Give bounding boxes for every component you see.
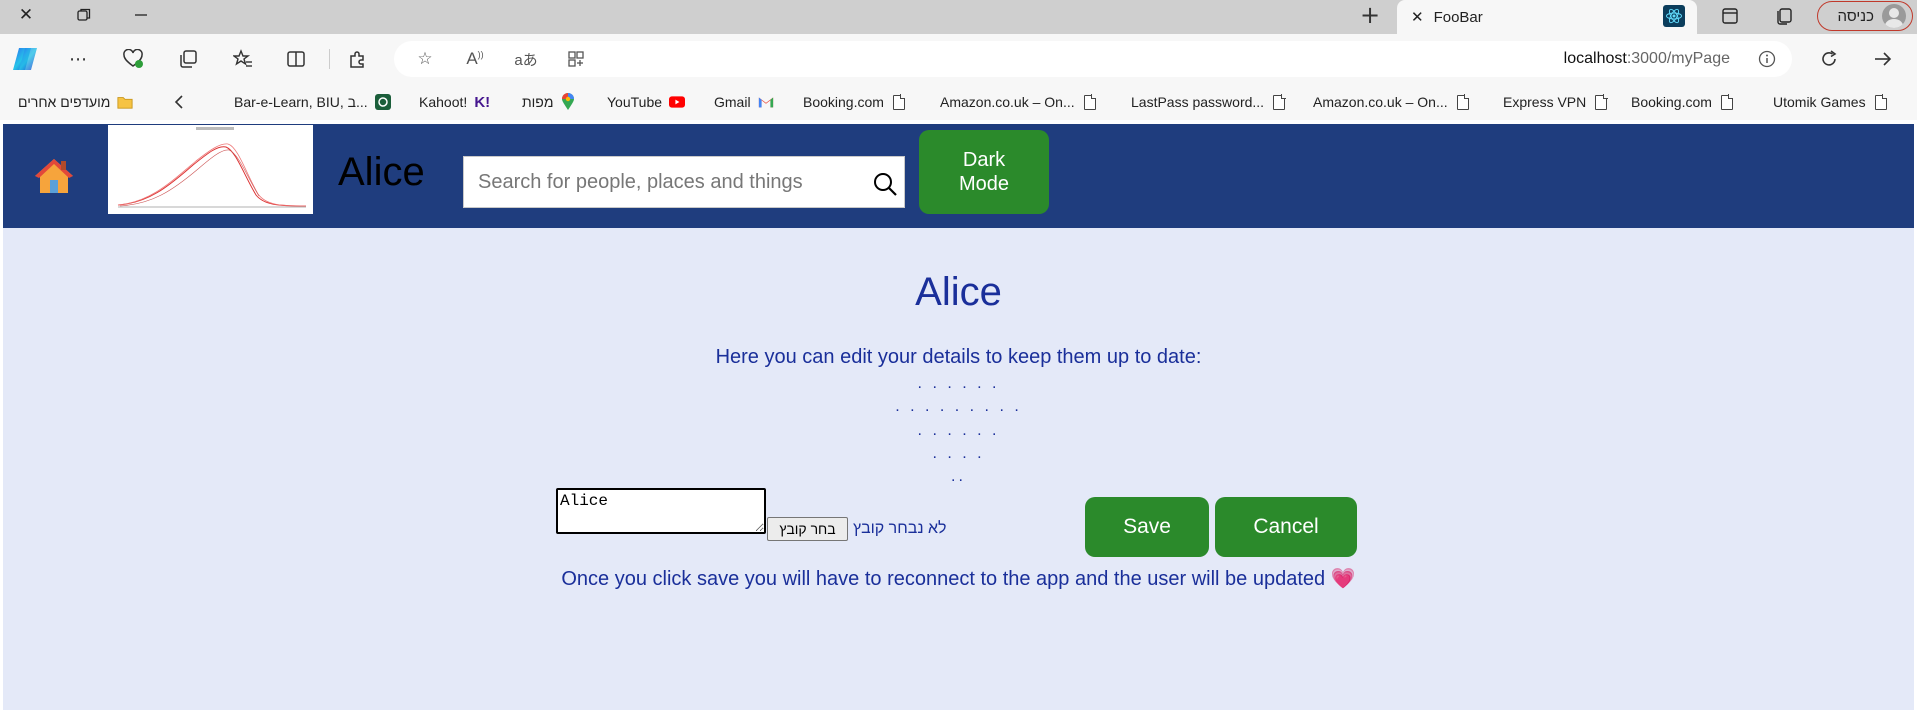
bookmark-gmail[interactable]: Gmail (714, 92, 774, 112)
bookmark-kahoot[interactable]: Kahoot! K! (419, 92, 490, 112)
bookmark-booking-1[interactable]: Booking.com (803, 92, 907, 112)
dots-line-5: .. (951, 468, 966, 485)
page-icon (1455, 94, 1471, 110)
copilot-icon[interactable] (8, 43, 42, 75)
save-note-text: Once you click save you will have to rec… (561, 568, 1326, 590)
favorites-icon[interactable] (226, 43, 260, 75)
save-button[interactable]: Save (1085, 497, 1209, 557)
google-maps-icon (560, 93, 576, 110)
file-status-label: לא נבחר קובץ (853, 520, 947, 537)
url-text[interactable]: localhost:3000/myPage (1564, 50, 1730, 68)
bookmark-label: YouTube (607, 94, 663, 110)
page-icon (1271, 94, 1287, 110)
url-path: :3000/myPage (1626, 50, 1730, 67)
page-icon (1719, 94, 1735, 110)
avatar (1882, 4, 1906, 28)
profile-button[interactable]: כניסה (1817, 1, 1913, 31)
app-navbar: Alice Dark Mode (3, 124, 1914, 228)
bookmark-lastpass[interactable]: LastPass password... (1131, 92, 1287, 112)
react-devtools-icon[interactable] (1657, 3, 1691, 29)
home-icon[interactable] (33, 156, 75, 202)
page-icon (1873, 94, 1889, 110)
moodle-icon (374, 94, 391, 110)
bookmark-youtube[interactable]: YouTube (607, 92, 686, 112)
youtube-icon (669, 94, 686, 110)
dark-mode-button[interactable]: Dark Mode (919, 130, 1049, 214)
address-bar[interactable]: ☆ A)) aあ localhost:3000/myPage (394, 41, 1792, 77)
browser-toolbar: ⋯ ☆ A)) aあ localhost:3000/myPage (0, 34, 1917, 84)
search-input[interactable] (464, 157, 864, 207)
folder-icon (117, 94, 133, 110)
bookmark-amazon-2[interactable]: Amazon.co.uk – On... (1313, 92, 1471, 112)
site-info-icon[interactable] (1752, 45, 1782, 73)
translate-icon[interactable]: aあ (511, 45, 541, 73)
page-icon (1082, 94, 1098, 110)
bookmark-label: Amazon.co.uk – On... (940, 94, 1075, 110)
close-tab-icon[interactable]: ✕ (1411, 8, 1424, 26)
tab-foobar[interactable]: ✕ FooBar (1397, 0, 1697, 34)
page-icon (891, 94, 907, 110)
page-content: Alice Dark Mode Alice Here you can edit … (3, 124, 1914, 710)
cancel-button[interactable]: Cancel (1215, 497, 1357, 557)
bookmark-label: מועדפים אחרים (18, 94, 111, 110)
profile-label: כניסה (1837, 7, 1874, 25)
heart-icon: 💗 (1330, 566, 1356, 590)
app-available-icon[interactable] (561, 45, 591, 73)
tab-actions-icon[interactable] (1713, 3, 1747, 29)
bookmark-label: Booking.com (803, 94, 884, 110)
new-tab-button[interactable]: + (1350, 0, 1390, 30)
choose-file-button[interactable]: בחר קובץ (767, 517, 848, 541)
collections-tabs-icon[interactable] (1767, 3, 1801, 29)
tab-strip: ✕ + ✕ FooBar כניסה (0, 0, 1917, 34)
bookmark-label: Amazon.co.uk – On... (1313, 94, 1448, 110)
dots-line-4: . . . . (932, 445, 985, 462)
more-menu-icon[interactable]: ⋯ (61, 43, 95, 75)
page-title: Alice (915, 270, 1002, 314)
search-box (463, 156, 905, 208)
bookmark-express-vpn[interactable]: Express VPN (1503, 92, 1609, 112)
bookmark-label: Booking.com (1631, 94, 1712, 110)
bookmark-label: Express VPN (1503, 94, 1587, 110)
forward-arrow-icon[interactable] (1866, 43, 1900, 75)
dots-line-3: . . . . . . (917, 422, 1000, 439)
bookmark-label: Gmail (714, 94, 751, 110)
minimize-window-icon[interactable] (121, 2, 161, 28)
restore-window-icon[interactable] (64, 2, 104, 28)
collections-icon[interactable] (171, 43, 205, 75)
tab-title: FooBar (1433, 8, 1483, 26)
kahoot-icon: K! (474, 93, 491, 111)
name-field[interactable]: Alice (556, 488, 766, 534)
save-note: Once you click save you will have to rec… (3, 566, 1914, 591)
bookmark-bar-e-learn[interactable]: Bar-e-Learn, BIU, ב... (234, 92, 391, 112)
dots-line-2: . . . . . . . . . (895, 398, 1022, 415)
dots-line-1: . . . . . . (917, 375, 1000, 392)
extensions-icon[interactable] (341, 43, 375, 75)
browser-essentials-icon[interactable] (116, 43, 150, 75)
toolbar-divider (329, 49, 330, 69)
add-favorite-star-icon[interactable]: ☆ (410, 45, 440, 73)
bookmark-label: מפות (522, 94, 554, 110)
logo-image (108, 125, 313, 214)
search-icon[interactable] (872, 171, 898, 197)
bookmarks-bar: מועדפים אחרים Bar-e-Learn, BIU, ב... Kah… (0, 84, 1917, 120)
bookmark-label: Bar-e-Learn, BIU, ב... (234, 94, 368, 110)
bookmark-label: LastPass password... (1131, 94, 1265, 110)
bookmark-other-favorites[interactable]: מועדפים אחרים (18, 92, 133, 112)
bookmarks-scroll-left-icon[interactable] (174, 92, 184, 112)
bookmark-label: Utomik Games (1773, 94, 1866, 110)
bookmark-label: Kahoot! (419, 94, 468, 110)
refresh-icon[interactable] (1812, 43, 1846, 75)
bookmark-amazon-1[interactable]: Amazon.co.uk – On... (940, 92, 1098, 112)
bookmark-utomik[interactable]: Utomik Games (1773, 92, 1889, 112)
gmail-icon (758, 94, 774, 110)
app-brand-title: Alice (338, 150, 425, 194)
bookmark-maps[interactable]: מפות (522, 92, 576, 112)
url-host: localhost (1563, 50, 1627, 67)
page-icon (1593, 94, 1609, 110)
page-subtitle: Here you can edit your details to keep t… (715, 346, 1202, 368)
split-screen-icon[interactable] (279, 43, 313, 75)
bookmark-booking-2[interactable]: Booking.com (1631, 92, 1735, 112)
close-window-icon[interactable]: ✕ (6, 2, 46, 28)
read-aloud-icon[interactable]: A)) (460, 45, 490, 73)
